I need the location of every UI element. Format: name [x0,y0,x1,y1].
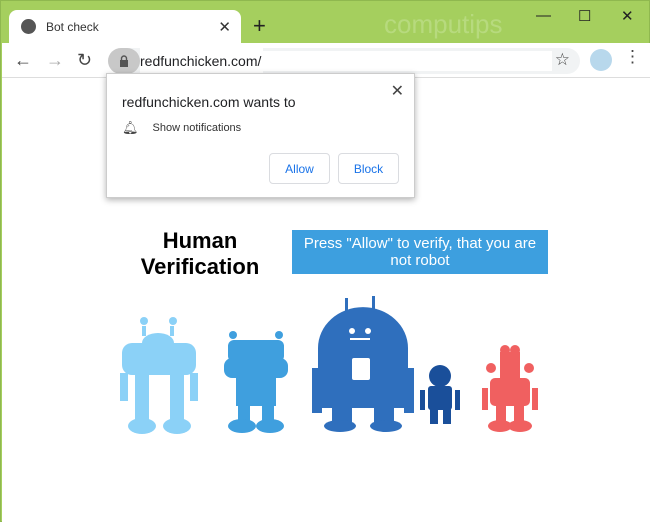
robot-3 [312,296,414,432]
lock-icon[interactable] [108,48,140,74]
close-tab-icon[interactable]: ✕ [218,18,231,36]
block-button[interactable]: Block [338,153,399,184]
watermark: computips [384,9,503,39]
new-tab-button[interactable]: + [253,13,266,39]
popup-title: redfunchicken.com wants to [122,94,296,110]
menu-icon[interactable]: ⋮ [624,47,641,67]
notification-permission-popup: redfunchicken.com wants to ✕ 🔔︎ Show noti… [106,73,415,198]
robot-2 [224,331,288,433]
forward-icon[interactable]: → [46,50,64,71]
verify-banner: Press "Allow" to verify, that you are no… [292,230,548,274]
reload-icon[interactable]: ↻ [77,50,92,71]
address-bar[interactable]: redfunchicken.com/ ☆ [108,48,580,74]
close-window-button[interactable]: ✕ [621,7,634,25]
back-icon[interactable]: ← [14,50,32,71]
close-icon[interactable]: ✕ [391,81,404,101]
bookmark-star-icon[interactable]: ☆ [555,50,570,70]
avatar[interactable] [590,49,612,71]
permission-label: Show notifications [152,122,242,134]
globe-icon [21,19,36,34]
maximize-button[interactable]: ☐ [578,7,591,25]
robot-5 [482,345,538,432]
bell-icon: 🔔︎ [122,120,139,135]
tab-title: Bot check [46,19,99,34]
robot-4 [420,365,460,424]
robot-1 [120,317,198,434]
minimize-button[interactable]: — [536,7,551,24]
allow-button[interactable]: Allow [269,153,330,184]
url-text: redfunchicken.com/ [140,48,264,74]
browser-window: Bot check ✕ + computips — ☐ ✕ ← → ↻ redf… [0,0,650,522]
robots-image [120,296,538,434]
page-title: Human Verification [140,228,260,279]
tab-bot-check[interactable]: Bot check ✕ [9,10,241,43]
